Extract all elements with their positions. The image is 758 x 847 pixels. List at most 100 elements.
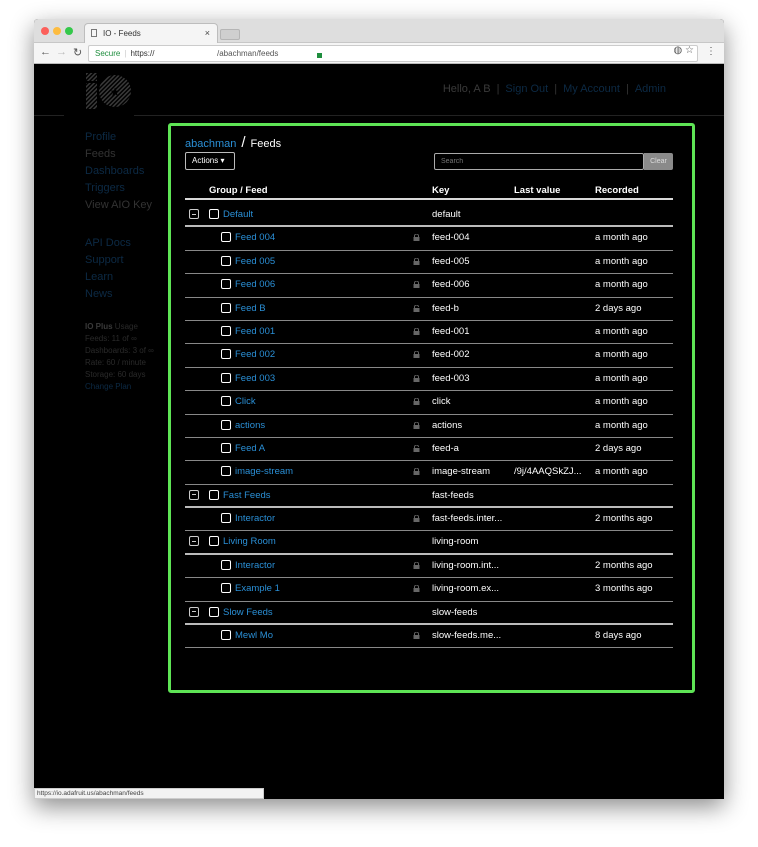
row-checkbox[interactable] <box>221 559 231 570</box>
back-arrow-icon[interactable]: ← <box>40 46 51 58</box>
feed-name-link[interactable]: Interactor <box>235 513 275 524</box>
row-checkbox[interactable] <box>221 255 231 266</box>
row-checkbox[interactable] <box>221 302 231 313</box>
clear-button[interactable]: Clear <box>644 153 673 170</box>
recorded-time: a month ago <box>595 349 648 361</box>
lock-icon <box>413 351 420 359</box>
svg-text:★: ★ <box>110 85 121 99</box>
group-name-link[interactable]: Living Room <box>223 536 276 547</box>
feed-name-link[interactable]: Feed B <box>235 303 266 314</box>
row-checkbox[interactable] <box>221 583 231 594</box>
recorded-time: a month ago <box>595 396 648 408</box>
feeds-table-body: Default default Feed 004 feed-004 a month ag… <box>185 204 673 649</box>
row-checkbox[interactable] <box>209 209 219 219</box>
group-name-link[interactable]: Slow Feeds <box>223 607 273 618</box>
row-checkbox[interactable] <box>221 349 231 360</box>
sidebar-item-learn[interactable]: Learn <box>85 269 152 286</box>
column-last-value[interactable]: Last value <box>514 185 560 196</box>
row-checkbox[interactable] <box>221 466 231 477</box>
feed-key: feed-006 <box>432 279 470 291</box>
feed-row: Interactor fast-feeds.inter... 2 months ag… <box>185 508 673 532</box>
my-account-link[interactable]: My Account <box>563 83 620 95</box>
sidebar-item-profile[interactable]: Profile <box>85 129 152 146</box>
row-checkbox[interactable] <box>221 419 231 430</box>
plan-name: IO Plus <box>85 322 113 331</box>
collapse-group-toggle-icon[interactable] <box>189 606 199 617</box>
sidebar-item-news[interactable]: News <box>85 286 152 303</box>
row-checkbox[interactable] <box>221 279 231 290</box>
row-checkbox[interactable] <box>221 325 231 336</box>
extension-icon[interactable]: ◍ ☆ <box>674 45 694 56</box>
feed-name-link[interactable]: Mewl Mo <box>235 630 273 641</box>
address-bar[interactable]: Secure | https:// /abachman/feeds <box>88 45 698 62</box>
change-plan-link[interactable]: Change Plan <box>85 381 154 393</box>
column-group-feed[interactable]: Group / Feed <box>209 185 268 196</box>
column-recorded[interactable]: Recorded <box>595 185 639 196</box>
recorded-time: a month ago <box>595 466 648 478</box>
row-checkbox[interactable] <box>221 630 231 641</box>
close-window-button[interactable] <box>41 27 49 35</box>
sidebar-item-dashboards[interactable]: Dashboards <box>85 163 152 180</box>
recorded-time: a month ago <box>595 255 648 267</box>
io-logo[interactable]: ★ <box>84 71 132 111</box>
feed-name-link[interactable]: Feed 001 <box>235 326 275 337</box>
more-menu-icon[interactable]: ⋮ <box>706 46 716 57</box>
minimize-window-button[interactable] <box>53 27 61 35</box>
status-bar-url: https://io.adafruit.us/abachman/feeds <box>34 788 264 799</box>
feed-key: slow-feeds <box>432 606 478 618</box>
collapse-group-toggle-icon[interactable] <box>189 489 199 500</box>
feed-name-link[interactable]: Feed 002 <box>235 349 275 360</box>
sidebar-item-feeds[interactable]: Feeds <box>85 146 152 163</box>
group-name-link[interactable]: Default <box>223 209 253 220</box>
feed-row: Example 1 living-room.ex... 3 months ago <box>185 578 673 602</box>
collapse-group-toggle-icon[interactable] <box>189 536 199 547</box>
group-name-link[interactable]: Fast Feeds <box>223 490 271 501</box>
maximize-window-button[interactable] <box>65 27 73 35</box>
row-checkbox[interactable] <box>221 396 231 407</box>
admin-link[interactable]: Admin <box>635 83 666 95</box>
row-checkbox[interactable] <box>221 372 231 383</box>
row-checkbox[interactable] <box>221 513 231 524</box>
row-checkbox[interactable] <box>209 536 219 547</box>
collapse-group-toggle-icon[interactable] <box>189 209 199 219</box>
usage-feeds: Feeds: 11 of ∞ <box>85 334 137 343</box>
sidebar-item-support[interactable]: Support <box>85 252 152 269</box>
tab-title: IO - Feeds <box>103 29 141 38</box>
recorded-time: a month ago <box>595 419 648 431</box>
feed-key: fast-feeds <box>432 489 474 501</box>
column-key[interactable]: Key <box>432 185 449 196</box>
sidebar-item-view-aio-key[interactable]: View AIO Key <box>85 197 152 214</box>
feed-name-link[interactable]: Feed A <box>235 443 265 454</box>
feed-name-link[interactable]: Click <box>235 396 256 407</box>
feed-name-link[interactable]: Feed 005 <box>235 256 275 267</box>
search-input[interactable] <box>434 153 644 170</box>
browser-tab[interactable]: IO - Feeds × <box>84 23 218 44</box>
feed-name-link[interactable]: image-stream <box>235 466 293 477</box>
forward-arrow-icon[interactable]: → <box>56 46 67 58</box>
feed-name-link[interactable]: Feed 004 <box>235 232 275 243</box>
feed-name-link[interactable]: Interactor <box>235 560 275 571</box>
actions-dropdown[interactable]: Actions ▾ <box>185 152 235 170</box>
lock-icon <box>413 374 420 382</box>
breadcrumb-user-link[interactable]: abachman <box>185 138 236 150</box>
feed-row: Feed 001 feed-001 a month ago <box>185 321 673 345</box>
row-checkbox[interactable] <box>209 489 219 500</box>
user-header: Hello, A B | Sign Out | My Account | Admin <box>442 83 666 95</box>
recorded-time: a month ago <box>595 232 648 244</box>
page: ★ Hello, A B | Sign Out | My Account | Admin P… <box>34 65 724 799</box>
usage-panel: IO Plus Usage Feeds: 11 of ∞ Dashboards:… <box>85 321 154 393</box>
feed-name-link[interactable]: Feed 006 <box>235 279 275 290</box>
reload-icon[interactable]: ↻ <box>73 46 82 59</box>
new-tab-button[interactable] <box>220 29 240 40</box>
row-checkbox[interactable] <box>209 606 219 617</box>
feed-name-link[interactable]: Example 1 <box>235 583 280 594</box>
row-checkbox[interactable] <box>221 232 231 243</box>
recorded-time: 2 months ago <box>595 559 653 571</box>
close-tab-icon[interactable]: × <box>205 28 210 38</box>
sidebar-item-triggers[interactable]: Triggers <box>85 180 152 197</box>
sidebar-item-api-docs[interactable]: API Docs <box>85 235 152 252</box>
row-checkbox[interactable] <box>221 442 231 453</box>
feed-name-link[interactable]: Feed 003 <box>235 373 275 384</box>
sign-out-link[interactable]: Sign Out <box>505 83 548 95</box>
feed-name-link[interactable]: actions <box>235 420 265 431</box>
